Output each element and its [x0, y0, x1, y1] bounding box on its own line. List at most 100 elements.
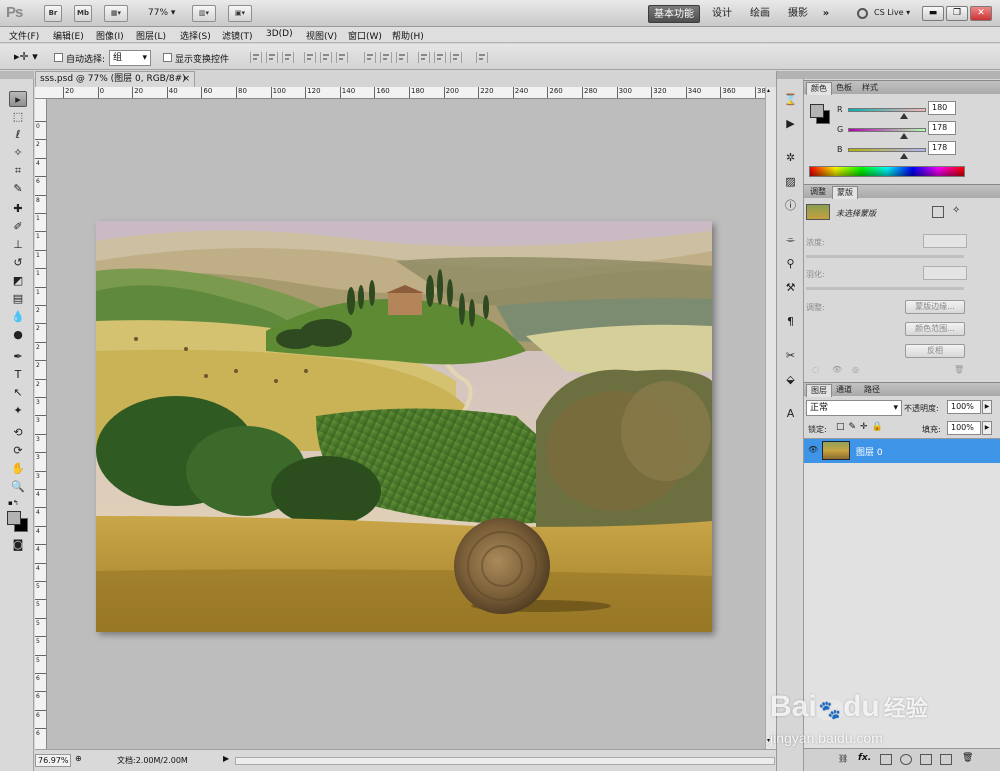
info-panel-icon[interactable]: ⓘ	[781, 197, 800, 214]
workspace-design[interactable]: 设计	[706, 5, 738, 23]
actions-panel-icon[interactable]: ▶	[781, 115, 800, 132]
add-pixel-mask-icon[interactable]	[932, 206, 944, 218]
delete-layer-icon[interactable]: 🗑	[962, 753, 973, 763]
history-panel-icon[interactable]: ⌛	[781, 91, 800, 108]
mask-load-selection-icon[interactable]: ◌	[812, 365, 819, 374]
horizontal-scrollbar[interactable]	[235, 757, 775, 765]
mask-delete-icon[interactable]: 🗑	[954, 365, 964, 374]
adjustment-layer-icon[interactable]	[900, 754, 912, 765]
layer-name[interactable]: 图层 0	[856, 445, 883, 458]
auto-align-icon[interactable]	[476, 52, 488, 63]
distribute-left-icon[interactable]	[418, 52, 430, 63]
layer-visibility-eye-icon[interactable]: 👁	[808, 445, 818, 454]
feather-field[interactable]	[923, 266, 967, 280]
arrange-documents-button[interactable]: ▥▾	[192, 5, 216, 22]
align-top-icon[interactable]	[250, 52, 262, 63]
color-range-button[interactable]: 颜色范围...	[905, 322, 965, 336]
workspace-painting[interactable]: 绘画	[744, 5, 776, 23]
menu-view[interactable]: 视图(V)	[306, 29, 337, 42]
character-tools-icon[interactable]: ✂	[781, 347, 800, 364]
tab-color[interactable]: 颜色	[806, 82, 832, 95]
new-layer-icon[interactable]	[940, 754, 952, 765]
lasso-tool-icon[interactable]: ℓ	[9, 127, 27, 143]
view-extras-button[interactable]: ▦▾	[104, 5, 128, 22]
auto-select-dropdown[interactable]: 组 ▾	[109, 50, 151, 66]
opacity-slider-toggle-icon[interactable]: ▶	[982, 400, 992, 414]
align-vcenter-icon[interactable]	[266, 52, 278, 63]
lock-icons[interactable]: □✎✛🔒	[836, 422, 887, 432]
r-value-field[interactable]: 180	[928, 101, 956, 115]
mini-bridge-button[interactable]: Mb	[74, 5, 92, 22]
workspace-photography[interactable]: 摄影	[782, 5, 814, 23]
vertical-scrollbar[interactable]: ▴ ▾	[765, 87, 776, 749]
menu-select[interactable]: 选择(S)	[180, 29, 211, 42]
ruler-horizontal[interactable]: 20 0 20 40 60 80 100 120 140 160 180 200 220 240 260 28…	[35, 87, 765, 99]
document-tab[interactable]: sss.psd @ 77% (图层 0, RGB/8#) ×	[35, 71, 195, 87]
close-button[interactable]: ✕	[970, 6, 992, 21]
dodge-tool-icon[interactable]: ●	[9, 327, 27, 343]
tab-paths[interactable]: 路径	[860, 384, 884, 397]
brush-presets-icon[interactable]: ⌯	[781, 231, 800, 248]
crop-tool-icon[interactable]: ⌗	[9, 163, 27, 179]
paragraph-panel-icon[interactable]: ¶	[781, 313, 800, 330]
3d-rotate-tool-icon[interactable]: ⟲	[9, 425, 27, 441]
tool-presets-icon[interactable]: ⚒	[781, 279, 800, 296]
feather-slider[interactable]	[806, 287, 964, 290]
more-workspaces-button[interactable]: »	[818, 5, 834, 23]
zoom-level[interactable]: 77% ▾	[148, 8, 175, 18]
menu-image[interactable]: 图像(I)	[96, 29, 124, 42]
dock-grip[interactable]	[777, 71, 805, 79]
menu-layer[interactable]: 图层(L)	[136, 29, 166, 42]
styles-panel-icon[interactable]: ⬙	[781, 371, 800, 388]
b-slider[interactable]	[848, 148, 926, 152]
density-slider[interactable]	[806, 255, 964, 258]
status-zoom-field[interactable]: 76.97%	[35, 754, 71, 767]
status-preview-icon[interactable]: ⊕	[75, 754, 82, 763]
cs-live-button[interactable]: CS Live ▾	[874, 8, 910, 17]
zoom-tool-icon[interactable]: 🔍	[9, 479, 27, 495]
document-image[interactable]	[96, 221, 712, 632]
distribute-vcenter-icon[interactable]	[380, 52, 392, 63]
show-transform-checkbox[interactable]	[163, 53, 172, 62]
3d-orbit-tool-icon[interactable]: ⟳	[9, 443, 27, 459]
gradient-tool-icon[interactable]: ▤	[9, 291, 27, 307]
tab-swatches[interactable]: 色板	[832, 82, 856, 95]
panels-grip[interactable]	[804, 71, 1000, 79]
quick-selection-tool-icon[interactable]: ✧	[9, 145, 27, 161]
brush-tool-icon[interactable]: ✐	[9, 219, 27, 235]
quick-mask-icon[interactable]: ◙	[9, 537, 27, 553]
mask-edge-button[interactable]: 蒙版边缘...	[905, 300, 965, 314]
healing-brush-tool-icon[interactable]: ✚	[9, 201, 27, 217]
clone-stamp-tool-icon[interactable]: ⊥	[9, 237, 27, 253]
link-layers-icon[interactable]: ⛓	[838, 754, 848, 763]
marquee-tool-icon[interactable]: ⬚	[9, 109, 27, 125]
auto-select-checkbox[interactable]	[54, 53, 63, 62]
eyedropper-tool-icon[interactable]: ✎	[9, 181, 27, 197]
clone-source-icon[interactable]: ⚲	[781, 255, 800, 272]
scroll-up-icon[interactable]: ▴	[767, 87, 775, 97]
move-tool-preset-icon[interactable]: ▸✛ ▾	[14, 50, 38, 63]
layer-row[interactable]: 👁 图层 0	[804, 439, 1000, 463]
b-slider-thumb[interactable]	[900, 153, 908, 159]
history-brush-tool-icon[interactable]: ↺	[9, 255, 27, 271]
path-selection-tool-icon[interactable]: ↖	[9, 385, 27, 401]
align-bottom-icon[interactable]	[282, 52, 294, 63]
new-group-icon[interactable]	[920, 754, 932, 765]
distribute-right-icon[interactable]	[450, 52, 462, 63]
status-menu-arrow-icon[interactable]: ▶	[223, 754, 229, 763]
document-close-icon[interactable]: ×	[182, 72, 190, 86]
mask-apply-icon[interactable]: 👁	[832, 365, 842, 374]
align-hcenter-icon[interactable]	[320, 52, 332, 63]
default-colors-icon[interactable]: ▪↰	[8, 499, 19, 507]
g-slider[interactable]	[848, 128, 926, 132]
density-field[interactable]	[923, 234, 967, 248]
screen-mode-button[interactable]: ▣▾	[228, 5, 252, 22]
tab-styles[interactable]: 样式	[858, 82, 882, 95]
invert-button[interactable]: 反相	[905, 344, 965, 358]
r-slider-thumb[interactable]	[900, 113, 908, 119]
fill-field[interactable]: 100%	[947, 421, 981, 435]
menu-filter[interactable]: 滤镜(T)	[222, 29, 253, 42]
blend-mode-dropdown[interactable]: 正常 ▾	[806, 400, 902, 416]
menu-3d[interactable]: 3D(D)	[266, 29, 293, 39]
blur-tool-icon[interactable]: 💧	[9, 309, 27, 325]
